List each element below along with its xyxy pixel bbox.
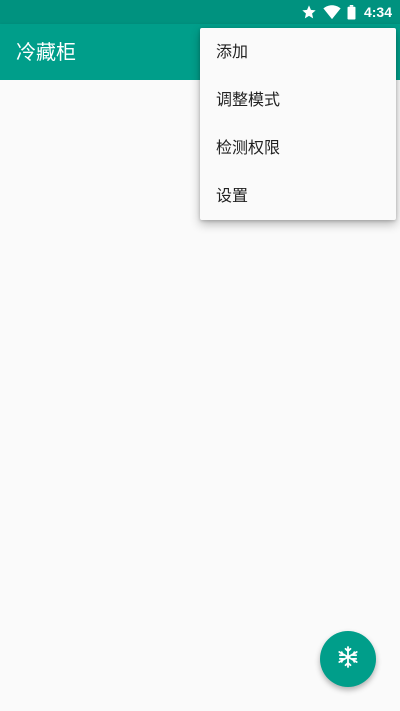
status-bar: 4:34 (0, 0, 400, 24)
status-icons: 4:34 (301, 0, 392, 24)
battery-icon (347, 4, 356, 20)
menu-item-add[interactable]: 添加 (200, 28, 396, 76)
overflow-menu: 添加 调整模式 检测权限 设置 (200, 28, 396, 220)
status-clock: 4:34 (363, 4, 392, 20)
page-title: 冷藏柜 (16, 40, 76, 64)
menu-item-adjust-mode[interactable]: 调整模式 (200, 76, 396, 124)
snowflake-fab-button[interactable] (320, 631, 376, 687)
menu-item-settings[interactable]: 设置 (200, 172, 396, 220)
menu-item-check-permission[interactable]: 检测权限 (200, 124, 396, 172)
snowflake-icon (336, 645, 360, 673)
wifi-icon (323, 4, 341, 20)
star-icon (301, 4, 317, 20)
